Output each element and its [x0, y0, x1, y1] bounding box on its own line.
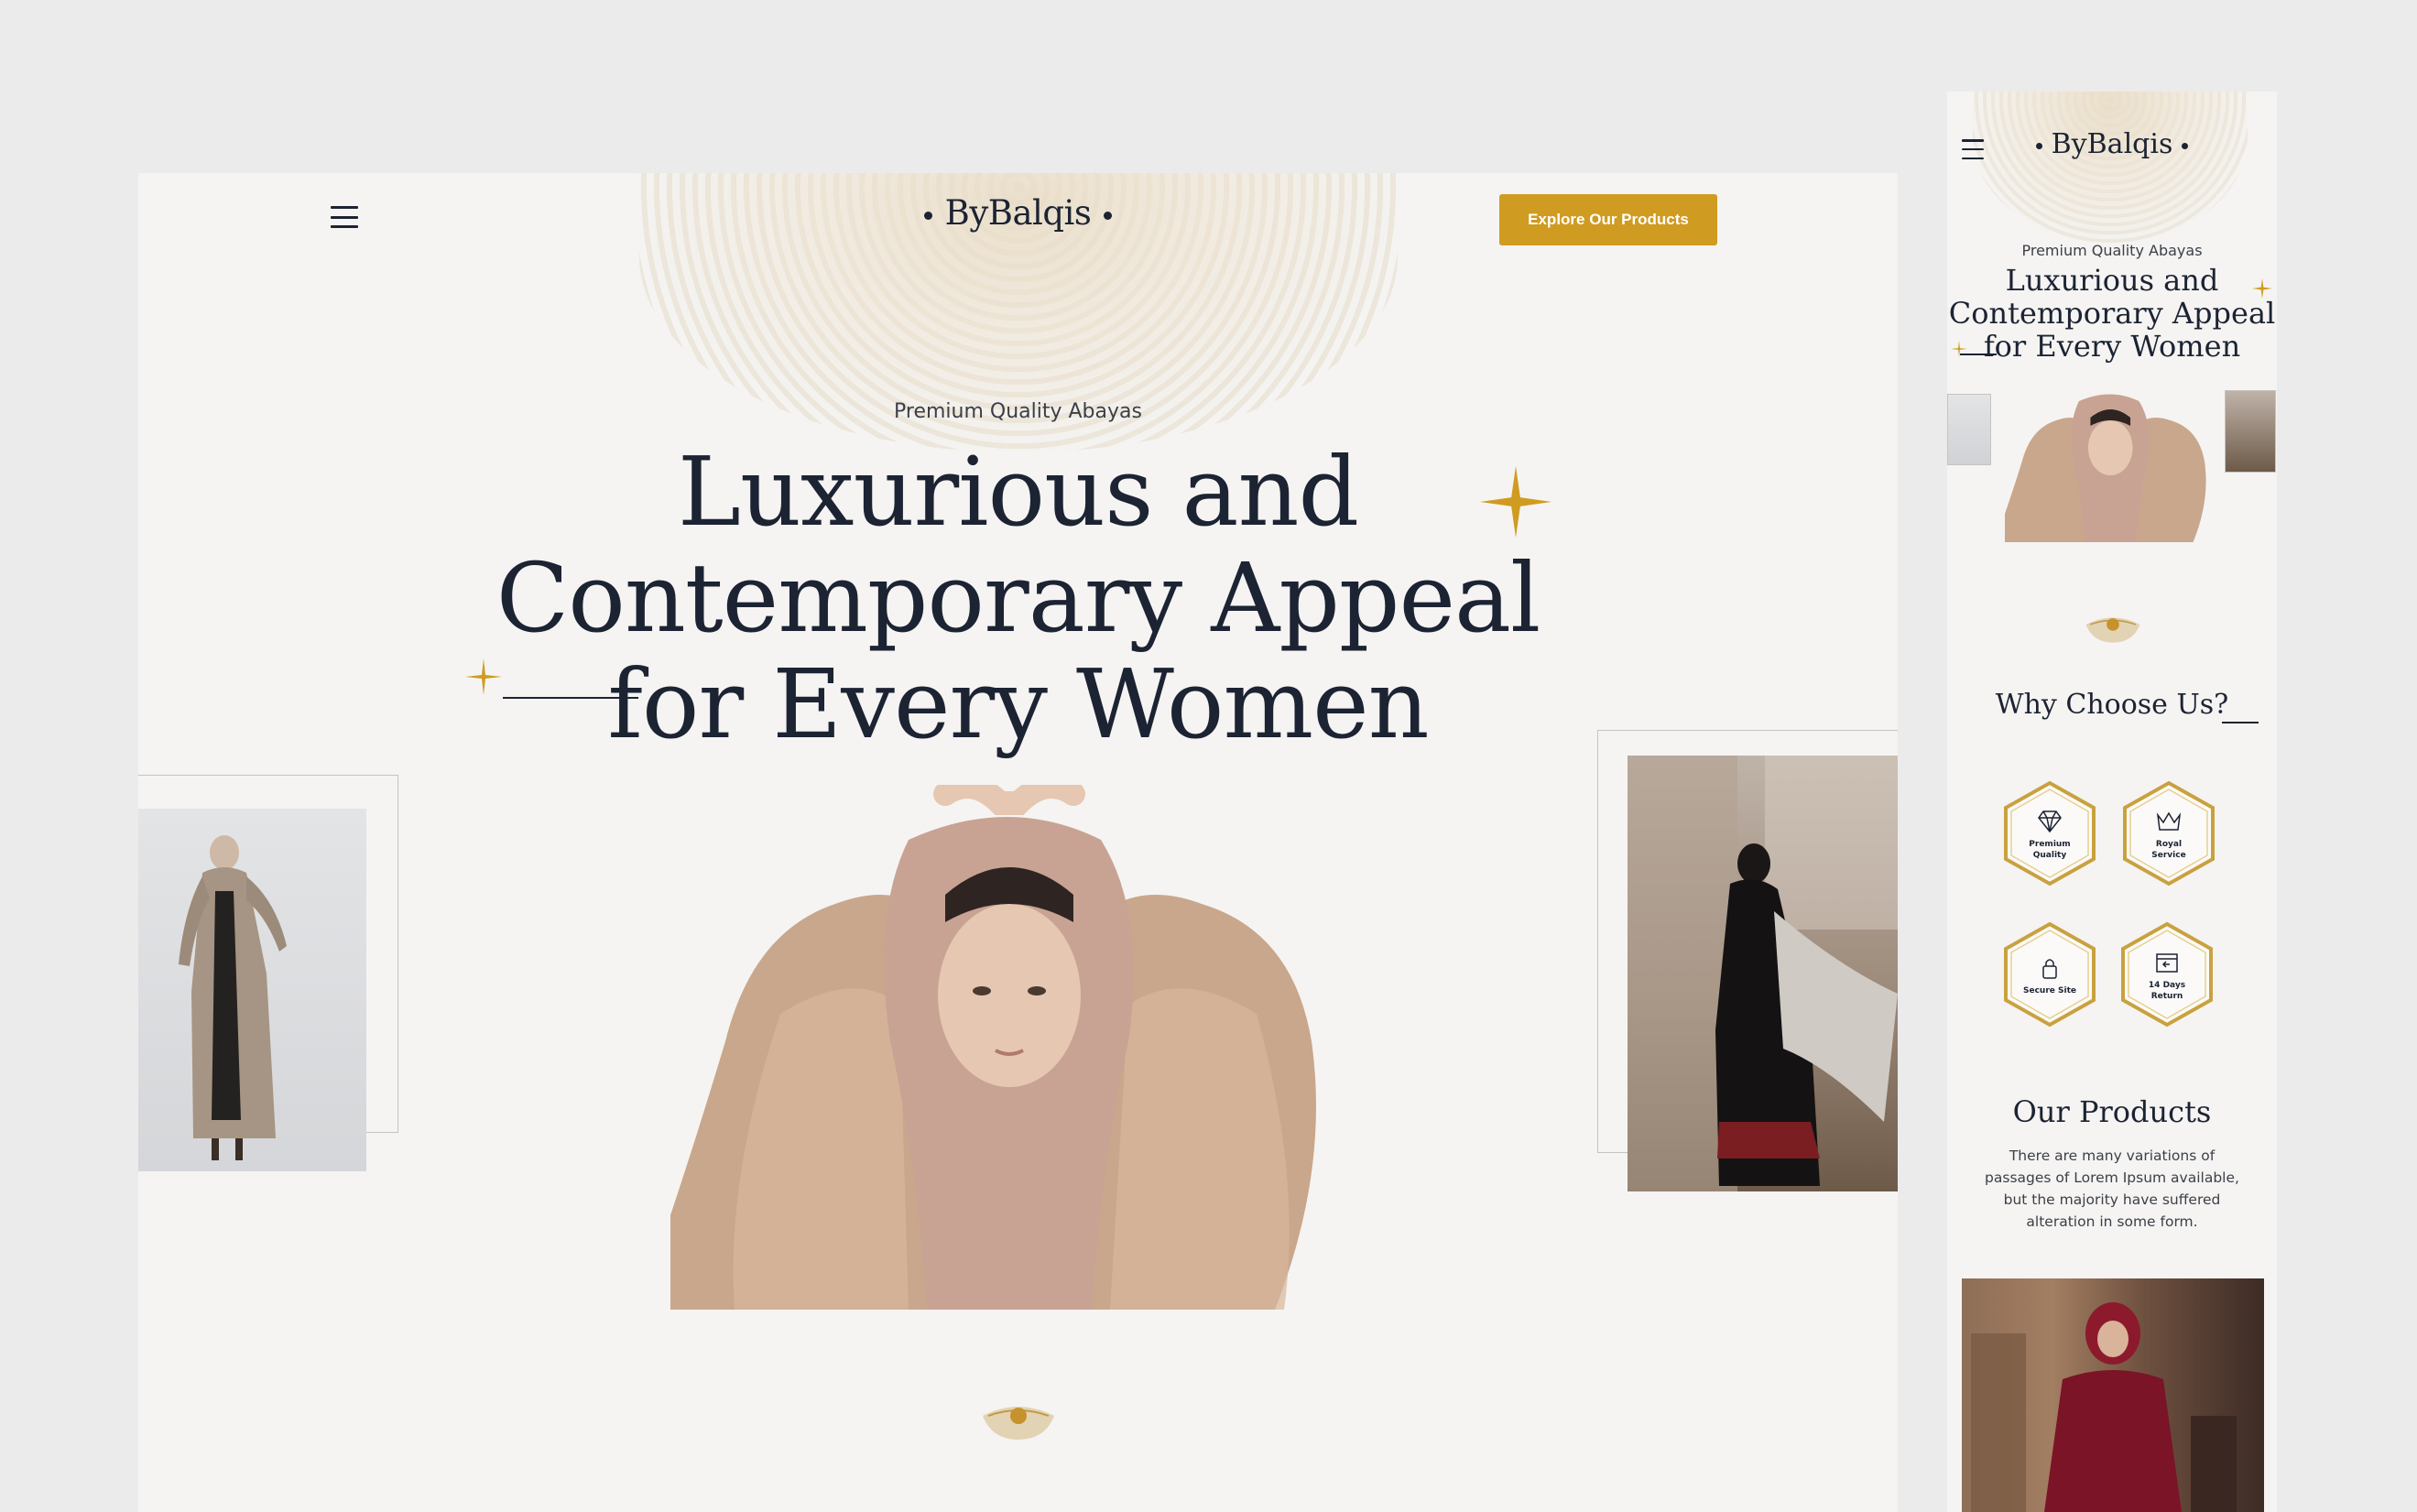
hero-eyebrow: Premium Quality Abayas [2021, 242, 2203, 259]
sparkle-icon [1480, 466, 1551, 538]
brand-logo[interactable]: ByBalqis [1947, 128, 2277, 160]
model-figure-icon [1971, 1302, 2237, 1512]
hero-headline: Luxurious and Contemporary Appeal for Ev… [1947, 264, 2277, 363]
product-photo-burgundy-abaya[interactable] [1962, 1278, 2264, 1512]
logo-dot [2182, 142, 2189, 149]
mobile-preview: ByBalqis Premium Quality Abayas Luxuriou… [1947, 92, 2277, 1512]
model-figure-icon [1628, 756, 1898, 1191]
brand-mark-icon [983, 1407, 1054, 1440]
headline-line-2: Contemporary Appeal [495, 542, 1541, 654]
why-choose-us-title: Why Choose Us? [1995, 689, 2229, 721]
product-thumbnail-black[interactable] [2225, 390, 2276, 473]
feature-label: Premium Quality [2029, 840, 2071, 860]
headline-line-2: Contemporary Appeal [1948, 296, 2276, 331]
damask-ornament [1973, 92, 2248, 243]
brand-name: ByBalqis [944, 193, 1092, 233]
model-figure-icon [179, 835, 287, 1160]
explore-products-button[interactable]: Explore Our Products [1499, 194, 1717, 245]
headline-line-1: Luxurious and [2005, 263, 2219, 298]
hero-model-photo [670, 785, 1355, 1310]
feature-label: 14 Days Return [2148, 981, 2186, 1001]
diamond-icon [2038, 810, 2062, 833]
product-photo-beige-abaya[interactable] [138, 809, 366, 1171]
return-box-icon [2156, 953, 2178, 973]
crown-icon [2156, 811, 2182, 831]
headline-accent-line [1960, 354, 1997, 355]
logo-dot [2035, 142, 2042, 149]
title-accent-line [2222, 722, 2259, 723]
brand-mark-icon [2085, 617, 2140, 643]
headline-accent-line [503, 697, 638, 699]
hero-model-photo [2005, 385, 2218, 542]
product-thumbnail-beige[interactable] [1947, 394, 1991, 465]
headline-line-3: for Every Women [1983, 329, 2241, 364]
logo-dot [1104, 212, 1113, 220]
products-description: There are many variations of passages of… [1985, 1148, 2239, 1230]
feature-badge-royal-service: Royal Service [2121, 780, 2216, 887]
headline-line-1: Luxurious and [677, 436, 1359, 548]
hexagon-frame [2123, 780, 2215, 887]
feature-label: Secure Site [2023, 986, 2076, 995]
hexagon-frame [2004, 780, 2096, 887]
feature-badge-return: 14 Days Return [2119, 921, 2215, 1028]
our-products-title: Our Products [2012, 1094, 2212, 1129]
model-figure-icon [670, 785, 1316, 1310]
sparkle-icon [465, 658, 502, 695]
feature-badge-secure-site: Secure Site [2002, 921, 2097, 1028]
hero-eyebrow: Premium Quality Abayas [894, 400, 1142, 423]
product-photo-black-abaya[interactable] [1628, 756, 1898, 1191]
model-figure-icon [2005, 394, 2206, 542]
sparkle-icon [2252, 278, 2272, 299]
feature-label: Royal Service [2151, 840, 2186, 860]
brand-name: ByBalqis [2051, 128, 2173, 160]
hexagon-frame [2121, 921, 2213, 1028]
hero-headline: Luxurious and Contemporary Appeal for Ev… [138, 439, 1898, 757]
logo-dot [923, 212, 932, 220]
desktop-preview: ByBalqis Explore Our Products Premium Qu… [138, 173, 1898, 1512]
feature-badge-premium-quality: Premium Quality [2002, 780, 2097, 887]
lock-icon [2042, 959, 2057, 979]
